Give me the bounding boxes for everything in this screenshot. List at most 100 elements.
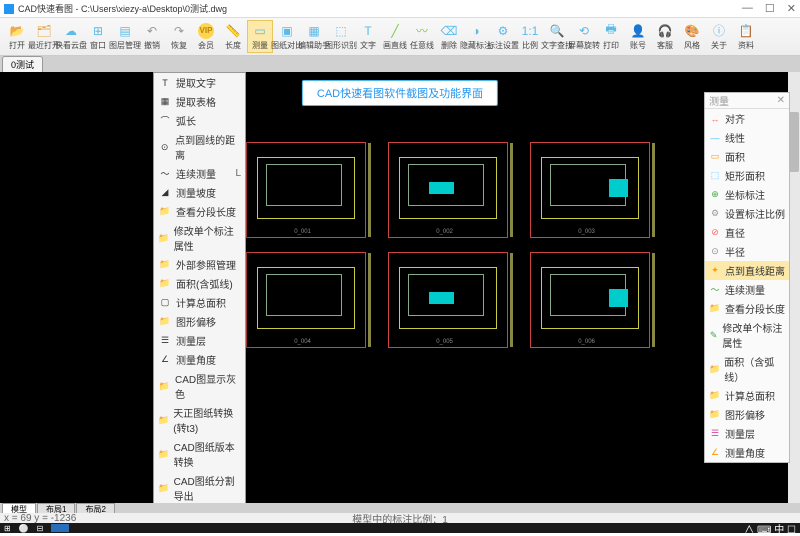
tool-icon: VIP xyxy=(198,23,214,39)
tool-图形识别[interactable]: ⬚图形识别 xyxy=(328,20,354,53)
taskbar-app[interactable] xyxy=(51,524,69,532)
side-panel-close-icon[interactable]: ✕ xyxy=(777,95,785,106)
floorplan-thumb[interactable]: 0_006 xyxy=(530,252,650,348)
tool-打开[interactable]: 📂打开 xyxy=(4,20,30,53)
floorplan-thumb[interactable]: 0_003 xyxy=(530,142,650,238)
menu-item[interactable]: 📁修改单个标注属性 xyxy=(154,221,245,255)
tool-标注设置[interactable]: ⚙标注设置 xyxy=(490,20,516,53)
minimize-button[interactable]: — xyxy=(742,2,753,15)
menu-label: CAD图显示灰色 xyxy=(175,371,241,401)
menu-item[interactable]: ◢测量坡度 xyxy=(154,183,245,202)
search-icon[interactable]: ⚪ xyxy=(19,524,29,533)
tool-图层管理[interactable]: ▤图层管理 xyxy=(112,20,138,53)
panel-item[interactable]: ⊘直径 xyxy=(705,223,789,242)
tool-编辑助手[interactable]: ▦编辑助手 xyxy=(301,20,327,53)
panel-item[interactable]: ⊙半径 xyxy=(705,242,789,261)
menu-item[interactable]: 📁外部参照管理 xyxy=(154,255,245,274)
menu-item[interactable]: ▦提取表格 xyxy=(154,92,245,111)
panel-item[interactable]: 📁查看分段长度 xyxy=(705,299,789,318)
tool-撤销[interactable]: ↶撤销 xyxy=(139,20,165,53)
tool-客服[interactable]: 🎧客服 xyxy=(652,20,678,53)
tool-文字[interactable]: T文字 xyxy=(355,20,381,53)
floorplan-thumb[interactable]: 0_002 xyxy=(388,142,508,238)
menu-item[interactable]: T提取文字 xyxy=(154,73,245,92)
action-icon: 〜 xyxy=(158,168,172,180)
tool-icon: 👤 xyxy=(630,23,646,39)
menu-item[interactable]: 📁图形偏移 xyxy=(154,312,245,331)
panel-item[interactable]: ⊕坐标标注 xyxy=(705,185,789,204)
panel-item[interactable]: ▭面积 xyxy=(705,147,789,166)
tool-快看云盘[interactable]: ☁快看云盘 xyxy=(58,20,84,53)
file-tab[interactable]: 0测试 xyxy=(2,56,43,72)
tool-打印[interactable]: 🖶打印 xyxy=(598,20,624,53)
menu-item[interactable]: 📁CAD图显示灰色 xyxy=(154,369,245,403)
menu-item[interactable]: 📁CAD图纸版本转换 xyxy=(154,437,245,471)
floorplan-thumb[interactable]: 0_004 xyxy=(246,252,366,348)
tool-icon: ⟲ xyxy=(576,23,592,39)
tool-会员[interactable]: VIP会员 xyxy=(193,20,219,53)
panel-item[interactable]: 📁面积（含弧线） xyxy=(705,352,789,386)
folder-icon: 📁 xyxy=(158,259,172,271)
panel-item-icon: ⊕ xyxy=(709,189,721,201)
menu-item[interactable]: 📁查看分段长度 xyxy=(154,202,245,221)
menu-item[interactable]: ⊙点到圆线的距离 xyxy=(154,130,245,164)
maximize-button[interactable]: ☐ xyxy=(765,2,775,15)
tool-任意线[interactable]: 〰任意线 xyxy=(409,20,435,53)
tool-关于[interactable]: ⓘ关于 xyxy=(706,20,732,53)
panel-item[interactable]: ⚙设置标注比例 xyxy=(705,204,789,223)
panel-item[interactable]: 〜连续测量 xyxy=(705,280,789,299)
tool-账号[interactable]: 👤账号 xyxy=(625,20,651,53)
tool-icon: ⚙ xyxy=(495,23,511,39)
scrollbar-thumb[interactable] xyxy=(789,112,799,172)
tool-画直线[interactable]: ╱画直线 xyxy=(382,20,408,53)
tool-资料[interactable]: 📋资料 xyxy=(733,20,759,53)
menu-item[interactable]: ☰测量层 xyxy=(154,331,245,350)
tool-隐藏标注[interactable]: ◑隐藏标注 xyxy=(463,20,489,53)
menu-label: 修改单个标注属性 xyxy=(174,223,241,253)
menu-item[interactable]: ⌒弧长 xyxy=(154,111,245,130)
task-view-icon[interactable]: ⊟ xyxy=(37,524,44,533)
panel-item[interactable]: ☰测量层 xyxy=(705,424,789,443)
panel-item-icon: ⚙ xyxy=(709,208,721,220)
folder-icon: 📁 xyxy=(158,278,172,290)
tool-icon: ▣ xyxy=(279,23,295,39)
tool-比例[interactable]: 1:1比例 xyxy=(517,20,543,53)
menu-label: 点到圆线的距离 xyxy=(175,132,241,162)
floorplan-thumb[interactable]: 0_005 xyxy=(388,252,508,348)
action-icon: ∠ xyxy=(158,354,172,366)
tool-长度[interactable]: 📏长度 xyxy=(220,20,246,53)
menu-item[interactable]: 〜连续测量L xyxy=(154,164,245,183)
tool-窗口[interactable]: ⊞窗口 xyxy=(85,20,111,53)
menu-item[interactable]: 📁天正图纸转换(转t3) xyxy=(154,403,245,437)
tool-icon: ☁ xyxy=(63,23,79,39)
menu-item[interactable]: 📁面积(含弧线) xyxy=(154,274,245,293)
tool-最近打开[interactable]: 🗂最近打开 xyxy=(31,20,57,53)
floorplan-thumb[interactable]: 0_001 xyxy=(246,142,366,238)
tool-测量[interactable]: ▭测量 xyxy=(247,20,273,53)
menu-item[interactable]: ∠测量角度 xyxy=(154,350,245,369)
tool-图纸对比[interactable]: ▣图纸对比 xyxy=(274,20,300,53)
tool-屏幕旋转[interactable]: ⟲屏幕旋转 xyxy=(571,20,597,53)
start-button[interactable]: ⊞ xyxy=(4,524,11,533)
panel-item[interactable]: ∠测量角度 xyxy=(705,443,789,462)
tool-icon: 1:1 xyxy=(522,23,538,39)
tool-icon: ╱ xyxy=(387,23,403,39)
folder-icon: 📁 xyxy=(158,316,172,328)
panel-item[interactable]: ⬚矩形面积 xyxy=(705,166,789,185)
tool-删除[interactable]: ⌫删除 xyxy=(436,20,462,53)
menu-item[interactable]: ▢计算总面积 xyxy=(154,293,245,312)
tool-文字查找[interactable]: 🔍文字查找 xyxy=(544,20,570,53)
panel-item[interactable]: 📁图形偏移 xyxy=(705,405,789,424)
panel-item[interactable]: ✎修改单个标注属性 xyxy=(705,318,789,352)
tray-icons[interactable]: ∧ ⌨ 中 ☐ xyxy=(744,521,796,536)
tool-风格[interactable]: 🎨风格 xyxy=(679,20,705,53)
close-button[interactable]: ✕ xyxy=(787,2,796,15)
drawing-canvas[interactable]: CAD快速看图软件截图及功能界面 T提取文字▦提取表格⌒弧长⊙点到圆线的距离〜连… xyxy=(0,72,800,503)
panel-item[interactable]: ↔对齐 xyxy=(705,109,789,128)
tool-恢复[interactable]: ↷恢复 xyxy=(166,20,192,53)
panel-item[interactable]: 📁计算总面积 xyxy=(705,386,789,405)
tool-icon: 📂 xyxy=(9,23,25,39)
panel-item[interactable]: —线性 xyxy=(705,128,789,147)
panel-item[interactable]: ✦点到直线距离 xyxy=(705,261,789,280)
menu-item[interactable]: 📁CAD图纸分割导出 xyxy=(154,471,245,503)
